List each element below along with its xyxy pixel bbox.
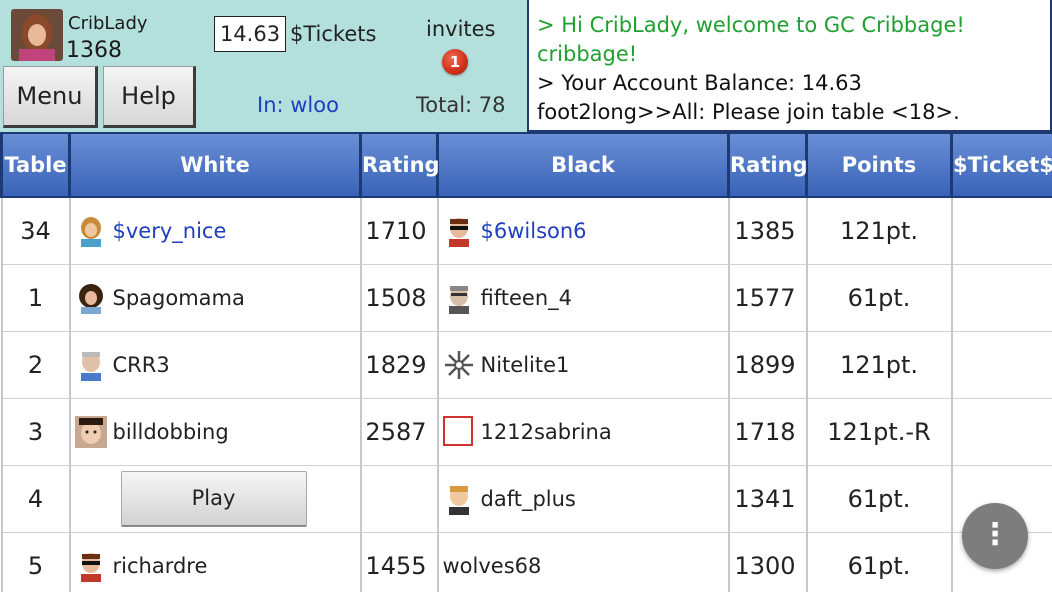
column-header-tickets[interactable]: $Ticket$ [950,132,1052,198]
table-row[interactable]: 5 richardre 1455 wolves68 1300 61pt. [0,531,1052,592]
column-header-table[interactable]: Table [0,132,71,198]
white-player-cell[interactable]: billdobbing [68,397,361,466]
points-cell: 61pt. [805,464,952,533]
player-avatar-icon [74,348,107,381]
tickets-cell [950,330,1052,399]
column-header-black[interactable]: Black [436,132,730,198]
user-rating-label: 1368 [66,38,122,63]
black-player-name: daft_plus [480,486,576,511]
black-player-cell[interactable]: $6wilson6 [436,196,729,265]
table-number: 1 [0,263,70,332]
black-player-rating: 1718 [727,397,807,466]
table-row[interactable]: 4 Play daft_plus 1341 61pt. [0,464,1052,533]
app-root: CribLady 1368 14.63 $Tickets invites 1 M… [0,0,1052,592]
black-player-rating: 1577 [727,263,807,332]
white-player-rating [359,464,438,533]
tickets-cell [950,397,1052,466]
white-player-cell: Play [68,464,361,533]
player-avatar-icon [442,482,475,515]
table-number: 2 [0,330,70,399]
black-player-name: 1212sabrina [480,419,612,444]
chat-message: cribbage! [537,42,638,66]
user-avatar[interactable] [11,9,63,61]
snowflake-icon [442,348,475,381]
black-player-cell[interactable]: 1212sabrina [436,397,729,466]
tables-grid: Table White Rating Black Rating Points $… [0,132,1052,592]
more-options-button[interactable]: ⋮ [962,503,1028,569]
points-cell: 61pt. [805,531,952,592]
white-player-name: richardre [112,553,208,578]
chat-message: > Your Account Balance: 14.63 [537,71,862,95]
player-avatar-icon [74,415,107,448]
balance-value: 14.63 [214,16,286,52]
black-player-cell[interactable]: wolves68 [436,531,729,592]
player-avatar-icon [74,549,107,582]
table-row[interactable]: 1 Spagomama 1508 fifteen_4 1577 61pt. [0,263,1052,332]
white-player-rating: 1455 [359,531,438,592]
white-player-rating: 2587 [359,397,438,466]
points-cell: 121pt.-R [805,397,952,466]
points-cell: 121pt. [805,330,952,399]
table-number: 3 [0,397,70,466]
header-panel: CribLady 1368 14.63 $Tickets invites 1 M… [0,0,528,132]
table-number: 4 [0,464,70,533]
table-number: 5 [0,531,70,592]
empty-avatar-icon [442,415,475,448]
tickets-cell [950,196,1052,265]
white-player-cell[interactable]: $very_nice [68,196,361,265]
white-player-rating: 1710 [359,196,438,265]
white-player-name: billdobbing [112,419,229,444]
black-player-name: $6wilson6 [480,218,587,243]
black-player-rating: 1899 [727,330,807,399]
white-player-cell[interactable]: Spagomama [68,263,361,332]
column-header-white[interactable]: White [68,132,362,198]
invites-label[interactable]: invites [426,17,496,41]
black-player-name: Nitelite1 [480,352,570,377]
black-player-rating: 1385 [727,196,807,265]
player-avatar-icon [74,214,107,247]
white-player-name: $very_nice [112,218,227,243]
black-player-rating: 1300 [727,531,807,592]
points-cell: 121pt. [805,196,952,265]
menu-button[interactable]: Menu [3,66,98,128]
tables-header-row: Table White Rating Black Rating Points $… [0,132,1052,198]
black-player-name: wolves68 [442,553,542,578]
black-player-name: fifteen_4 [480,285,573,310]
player-avatar-icon [442,214,475,247]
white-player-name: Spagomama [112,285,245,310]
table-row[interactable]: 3 billdobbing 2587 1212sabrina 1718 121p… [0,397,1052,466]
black-player-cell[interactable]: Nitelite1 [436,330,729,399]
username-label: CribLady [68,13,148,34]
chat-panel[interactable]: > Hi CribLady, welcome to GC Cribbage! c… [527,0,1052,132]
column-header-white-rating[interactable]: Rating [359,132,440,198]
black-player-cell[interactable]: fifteen_4 [436,263,729,332]
player-avatar-icon [442,281,475,314]
table-row[interactable]: 34 $very_nice 1710 $6wilson6 1385 121pt. [0,196,1052,265]
play-button[interactable]: Play [120,470,307,527]
white-player-cell[interactable]: CRR3 [68,330,361,399]
chat-message: foot2long>>All: Please join table <18>. [537,100,960,124]
tickets-label: $Tickets [290,22,377,46]
white-player-rating: 1829 [359,330,438,399]
room-label: In: wloo [257,93,339,117]
points-cell: 61pt. [805,263,952,332]
help-button[interactable]: Help [103,66,196,128]
black-player-rating: 1341 [727,464,807,533]
column-header-points[interactable]: Points [805,132,953,198]
table-row[interactable]: 2 CRR3 1829 Nitelite1 1899 121pt. [0,330,1052,399]
white-player-rating: 1508 [359,263,438,332]
white-player-cell[interactable]: richardre [68,531,361,592]
column-header-black-rating[interactable]: Rating [727,132,808,198]
player-avatar-icon [74,281,107,314]
invites-count-badge[interactable]: 1 [442,49,468,75]
white-player-name: CRR3 [112,352,170,377]
total-players-label: Total: 78 [416,93,506,117]
table-number: 34 [0,196,70,265]
black-player-cell[interactable]: daft_plus [436,464,729,533]
tickets-cell [950,263,1052,332]
chat-message: > Hi CribLady, welcome to GC Cribbage! [537,13,965,37]
